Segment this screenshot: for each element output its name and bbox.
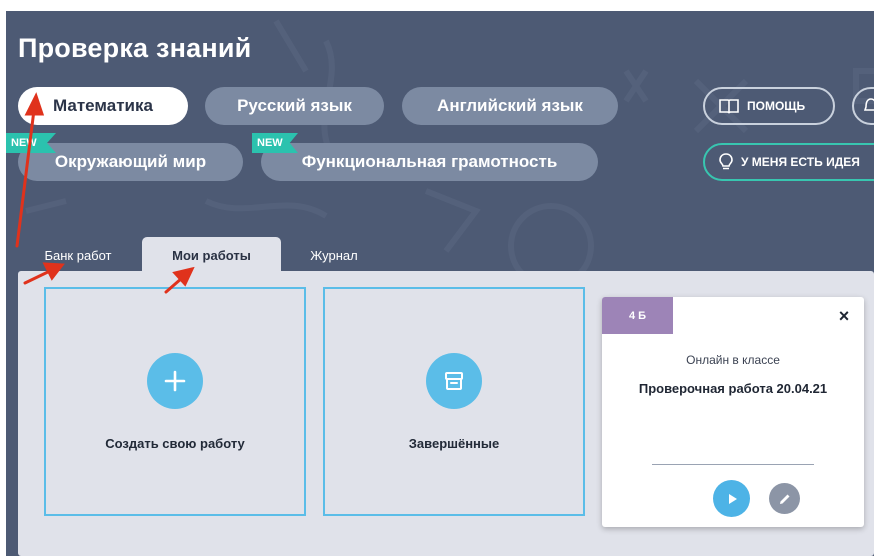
- tab-label: Мои работы: [172, 247, 251, 263]
- divider: [652, 464, 814, 465]
- card-label: Создать свою работу: [105, 436, 245, 451]
- play-icon: [728, 493, 737, 504]
- lightbulb-icon: [719, 153, 733, 170]
- archive-icon: [426, 353, 482, 409]
- tab-label: Журнал: [310, 247, 358, 263]
- assignment-card[interactable]: 4 Б × Онлайн в классе Проверочная работа…: [602, 297, 864, 527]
- book-icon: [719, 99, 739, 114]
- subject-russian[interactable]: Русский язык: [205, 87, 384, 125]
- subject-math[interactable]: Математика: [18, 87, 188, 125]
- bell-icon: [864, 98, 874, 111]
- play-button[interactable]: [713, 480, 750, 517]
- subject-functional-literacy[interactable]: Функциональная грамотность: [261, 143, 598, 181]
- idea-label: у меня есть идея: [741, 155, 860, 169]
- pencil-icon: [779, 494, 789, 504]
- page-title: Проверка знаний: [18, 33, 252, 63]
- tab-bank[interactable]: Банк работ: [35, 237, 121, 273]
- subject-label: Русский язык: [237, 96, 352, 115]
- edit-button[interactable]: [769, 483, 800, 514]
- subject-label: Математика: [53, 96, 153, 115]
- class-badge: 4 Б: [602, 297, 673, 334]
- tab-my-works[interactable]: Мои работы: [142, 237, 281, 273]
- subject-label: Английский язык: [437, 96, 583, 115]
- assignment-mode: Онлайн в классе: [686, 353, 780, 367]
- idea-button[interactable]: у меня есть идея: [703, 143, 874, 181]
- subject-english[interactable]: Английский язык: [402, 87, 618, 125]
- close-icon[interactable]: ×: [834, 306, 854, 326]
- help-button[interactable]: помощь: [703, 87, 835, 125]
- help-label: помощь: [747, 99, 806, 113]
- tab-label: Банк работ: [44, 247, 112, 263]
- assignment-title: Проверочная работа 20.04.21: [638, 381, 828, 396]
- tab-journal[interactable]: Журнал: [298, 237, 370, 273]
- notifications-button[interactable]: [852, 87, 874, 125]
- subject-label: Окружающий мир: [54, 152, 207, 171]
- subject-label: Функциональная грамотность: [301, 152, 558, 171]
- finished-works-card[interactable]: Завершённые: [323, 287, 585, 516]
- plus-icon: [147, 353, 203, 409]
- card-label: Завершённые: [408, 436, 500, 451]
- create-work-card[interactable]: Создать свою работу: [44, 287, 306, 516]
